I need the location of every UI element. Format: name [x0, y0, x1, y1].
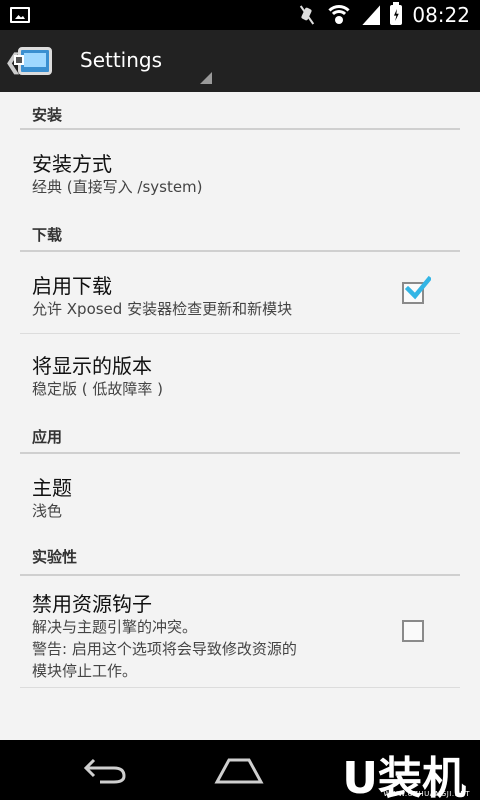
- category-app: 应用: [20, 424, 460, 456]
- pref-version-to-show[interactable]: 将显示的版本 稳定版 ( 低故障率 ): [20, 334, 460, 424]
- category-label: 应用: [32, 428, 63, 446]
- category-install: 安装: [20, 92, 460, 132]
- pref-title: 禁用资源钩子: [32, 592, 152, 616]
- pref-disable-resource-hooks[interactable]: 禁用资源钩子 解决与主题引擎的冲突。 警告: 启用这个选项将会导致修改资源的 模…: [20, 576, 460, 688]
- status-bar: 08:22: [0, 0, 480, 30]
- category-download: 下载: [20, 220, 460, 252]
- wifi-icon: [326, 5, 353, 25]
- back-button[interactable]: [82, 754, 130, 786]
- category-divider: [20, 128, 460, 130]
- navigation-bar: U装机 WWW.UZHUANGJI.NET: [0, 740, 480, 800]
- battery-icon: [390, 2, 403, 25]
- home-button[interactable]: [213, 756, 265, 786]
- pref-title: 主题: [32, 476, 72, 500]
- mute-icon: [298, 6, 316, 24]
- checkmark-icon: [405, 275, 431, 300]
- action-bar: ❮ Settings: [0, 30, 480, 92]
- pref-install-method[interactable]: 安装方式 经典 (直接写入 /system): [20, 132, 460, 220]
- category-label: 安装: [32, 106, 63, 124]
- category-label: 实验性: [32, 548, 78, 566]
- pref-title: 启用下载: [32, 274, 112, 298]
- pref-summary: 浅色: [32, 502, 63, 520]
- pref-summary: 允许 Xposed 安装器检查更新和新模块: [32, 300, 293, 318]
- category-experimental: 实验性: [20, 544, 460, 576]
- pref-summary-line: 解决与主题引擎的冲突。: [32, 618, 198, 636]
- pref-summary-line: 模块停止工作。: [32, 662, 138, 680]
- signal-icon: [362, 5, 381, 25]
- pref-divider: [20, 687, 460, 688]
- status-clock: 08:22: [412, 3, 470, 27]
- spinner-indicator-icon[interactable]: [200, 72, 212, 84]
- pref-title: 将显示的版本: [32, 354, 152, 378]
- settings-list: 安装 安装方式 经典 (直接写入 /system) 下载 启用下载 允许 Xpo…: [0, 92, 480, 740]
- enable-download-checkbox[interactable]: [402, 275, 431, 304]
- watermark-url: WWW.UZHUANGJI.NET: [383, 790, 470, 798]
- pref-enable-download[interactable]: 启用下载 允许 Xposed 安装器检查更新和新模块: [20, 252, 460, 334]
- status-icons: 08:22: [298, 0, 470, 30]
- pref-summary-line: 警告: 启用这个选项将会导致修改资源的: [32, 640, 297, 658]
- pref-summary: 经典 (直接写入 /system): [32, 178, 203, 196]
- disable-resource-hooks-checkbox[interactable]: [402, 620, 424, 642]
- pref-summary: 稳定版 ( 低故障率 ): [32, 380, 164, 398]
- page-title: Settings: [80, 48, 163, 72]
- category-label: 下载: [32, 226, 63, 244]
- pref-theme[interactable]: 主题 浅色: [20, 454, 460, 544]
- app-icon[interactable]: [14, 41, 56, 81]
- pref-title: 安装方式: [32, 152, 112, 176]
- picture-icon: [10, 7, 30, 23]
